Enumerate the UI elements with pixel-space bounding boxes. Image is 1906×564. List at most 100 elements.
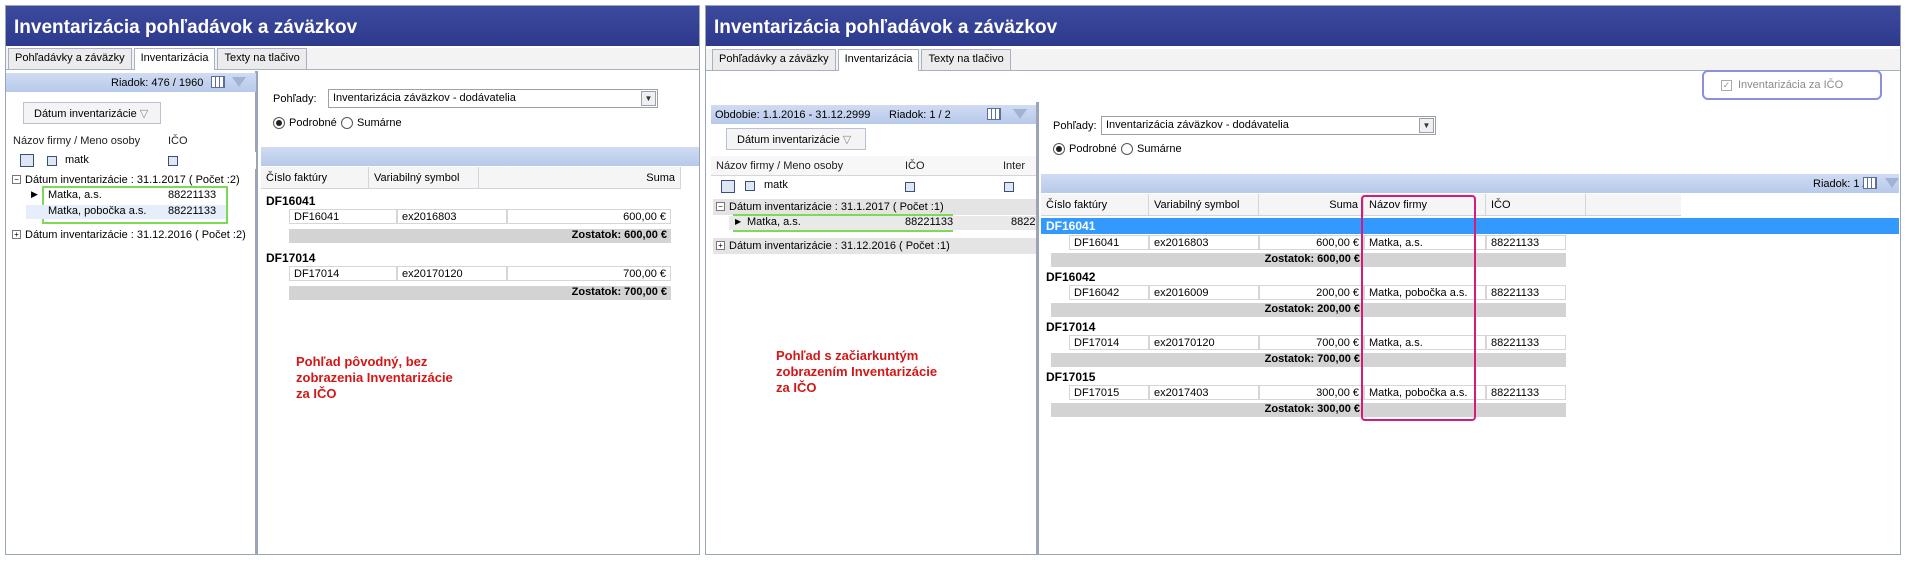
zostatok-row: Zostatok: 600,00 € [289,229,671,243]
views-select[interactable]: Inventarizácia záväzkov - dodávatelia ▼ [1101,116,1436,135]
collapse-icon[interactable]: − [716,202,725,211]
sort-icon: ▽ [139,108,149,120]
cell-ico[interactable]: 88221133 [1486,235,1566,250]
radio-sumarne[interactable]: Sumárne [341,117,402,130]
tab-pohladavky[interactable]: Pohľadávky a záväzky [712,49,836,70]
checkbox-checked-icon: ✓ [1721,80,1732,91]
column-name-header[interactable]: Názov firmy / Meno osoby [716,160,843,172]
tab-inventarizacia[interactable]: Inventarizácia [133,48,216,70]
annotation-note: Pohľad pôvodný, bez zobrazenia Inventari… [296,354,453,401]
filter-ico-icon[interactable] [905,182,915,192]
cell-cislo[interactable]: DF17015 [1069,385,1149,400]
radio-off-icon [341,117,353,130]
cell-cislo[interactable]: DF16041 [289,209,397,224]
invoice-group: DF17014 [1046,320,1096,334]
row-counter: Riadok: 476 / 1960 [111,77,204,89]
tab-pohladavky[interactable]: Pohľadávky a záväzky [8,48,132,69]
cell-ico[interactable]: 88221133 [1486,385,1566,400]
filter-ico-icon[interactable] [168,156,178,166]
chevron-down-icon[interactable]: ▼ [1419,118,1434,133]
tab-bar: Pohľadávky a záväzky Inventarizácia Text… [6,48,699,70]
chevron-down-icon[interactable]: ▼ [641,91,656,106]
invoice-group: DF16041 [266,194,316,208]
cell-suma[interactable]: 700,00 € [1259,335,1364,350]
filter-icon[interactable] [1885,178,1899,188]
header-cislo[interactable]: Číslo faktúry [261,167,369,189]
clear-filter-icon[interactable] [20,154,34,167]
group-row-2017[interactable]: − Dátum inventarizácie : 31.1.2017 ( Poč… [713,199,1036,215]
row-counter: Riadok: 1 / 2 [889,109,951,121]
cell-cislo[interactable]: DF17014 [289,266,397,281]
inventarizacia-za-ico-checkbox[interactable]: ✓ Inventarizácia za IČO [1702,70,1882,100]
grid-icon[interactable] [211,76,225,88]
filter-name-icon[interactable] [47,156,57,166]
column-inter-header[interactable]: Inter [1003,160,1025,172]
tab-texty[interactable]: Texty na tlačivo [217,48,307,69]
group-row-2016[interactable]: + Dátum inventarizácie : 31.12.2016 ( Po… [713,238,1036,254]
filter-inter-icon[interactable] [1004,182,1014,192]
tab-inventarizacia[interactable]: Inventarizácia [837,49,920,71]
grid-icon[interactable] [987,108,1001,120]
filter-name-input[interactable]: matk [65,154,89,166]
cell-suma[interactable]: 600,00 € [507,209,671,224]
filter-name-icon[interactable] [745,181,755,191]
detail-pane: Pohľady: Inventarizácia záväzkov - dodáv… [261,71,699,554]
cell-ico[interactable]: 88221133 [1486,285,1566,300]
filter-name-input[interactable]: matk [764,179,788,191]
header-suma[interactable]: Suma [1259,194,1364,216]
views-select[interactable]: Inventarizácia záväzkov - dodávatelia ▼ [328,89,658,108]
cell-vs[interactable]: ex2016803 [1149,235,1259,250]
expand-icon[interactable]: + [12,230,21,239]
header-ico[interactable]: IČO [1486,194,1586,216]
left-window: Inventarizácia pohľadávok a záväzkov Poh… [5,5,700,555]
invoice-group: DF16041 [1046,219,1096,233]
list-header: Názov firmy / Meno osoby IČO Inter [711,156,1036,176]
cell-suma[interactable]: 200,00 € [1259,285,1364,300]
clear-filter-icon[interactable] [721,180,735,193]
header-cislo[interactable]: Číslo faktúry [1041,194,1149,216]
filter-icon[interactable] [1013,109,1027,119]
company-list-pane: Riadok: 476 / 1960 Dátum inventarizácie … [6,71,258,554]
cell-suma[interactable]: 600,00 € [1259,235,1364,250]
expand-icon[interactable]: + [716,241,725,250]
radio-on-icon [273,117,285,130]
radio-podrobne[interactable]: Podrobné [1053,143,1117,156]
column-name-header[interactable]: Názov firmy / Meno osoby [13,135,140,147]
list-toolbar: Riadok: 476 / 1960 [6,73,256,92]
cell-vs[interactable]: ex2016803 [397,209,507,224]
cell-vs[interactable]: ex20170120 [397,266,507,281]
invoice-group: DF16042 [1046,270,1096,284]
cell-suma[interactable]: 300,00 € [1259,385,1364,400]
views-label: Pohľady: [1053,120,1097,132]
header-suma[interactable]: Suma [479,167,681,189]
list-item[interactable]: Matka, pobočka a.s. 88221133 [26,205,226,219]
detail-pane: Pohľady: Inventarizácia záväzkov - dodáv… [1041,102,1899,554]
column-ico-header[interactable]: IČO [168,135,188,147]
radio-sumarne[interactable]: Sumárne [1121,143,1182,156]
group-row-2016[interactable]: + Dátum inventarizácie : 31.12.2016 ( Po… [9,227,256,243]
list-item[interactable]: ▶ Matka, a.s. 88221133 [26,189,226,203]
cell-cislo[interactable]: DF16041 [1069,235,1149,250]
window-title: Inventarizácia pohľadávok a záväzkov [706,6,1900,46]
cell-cislo[interactable]: DF17014 [1069,335,1149,350]
current-row-arrow-icon: ▶ [31,189,38,199]
zostatok-row: Zostatok: 600,00 € [1051,253,1364,267]
cell-ico[interactable]: 88221133 [1486,335,1566,350]
cell-vs[interactable]: ex2016009 [1149,285,1259,300]
group-by-date-button[interactable]: Dátum inventarizácie ▽ [726,128,866,150]
header-vs[interactable]: Variabilný symbol [1149,194,1259,216]
header-vs[interactable]: Variabilný symbol [369,167,479,189]
collapse-icon[interactable]: − [12,175,21,184]
cell-cislo[interactable]: DF16042 [1069,285,1149,300]
grid-icon[interactable] [1863,177,1877,189]
cell-suma[interactable]: 700,00 € [507,266,671,281]
cell-vs[interactable]: ex20170120 [1149,335,1259,350]
column-ico-header[interactable]: IČO [905,160,925,172]
group-by-date-button[interactable]: Dátum inventarizácie ▽ [23,102,161,124]
list-item[interactable]: ▶ Matka, a.s. 88221133 8822 [729,216,1036,230]
sort-icon: ▽ [842,134,852,146]
filter-icon[interactable] [232,77,246,87]
cell-vs[interactable]: ex2017403 [1149,385,1259,400]
radio-podrobne[interactable]: Podrobné [273,117,337,130]
tab-texty[interactable]: Texty na tlačivo [921,49,1011,70]
